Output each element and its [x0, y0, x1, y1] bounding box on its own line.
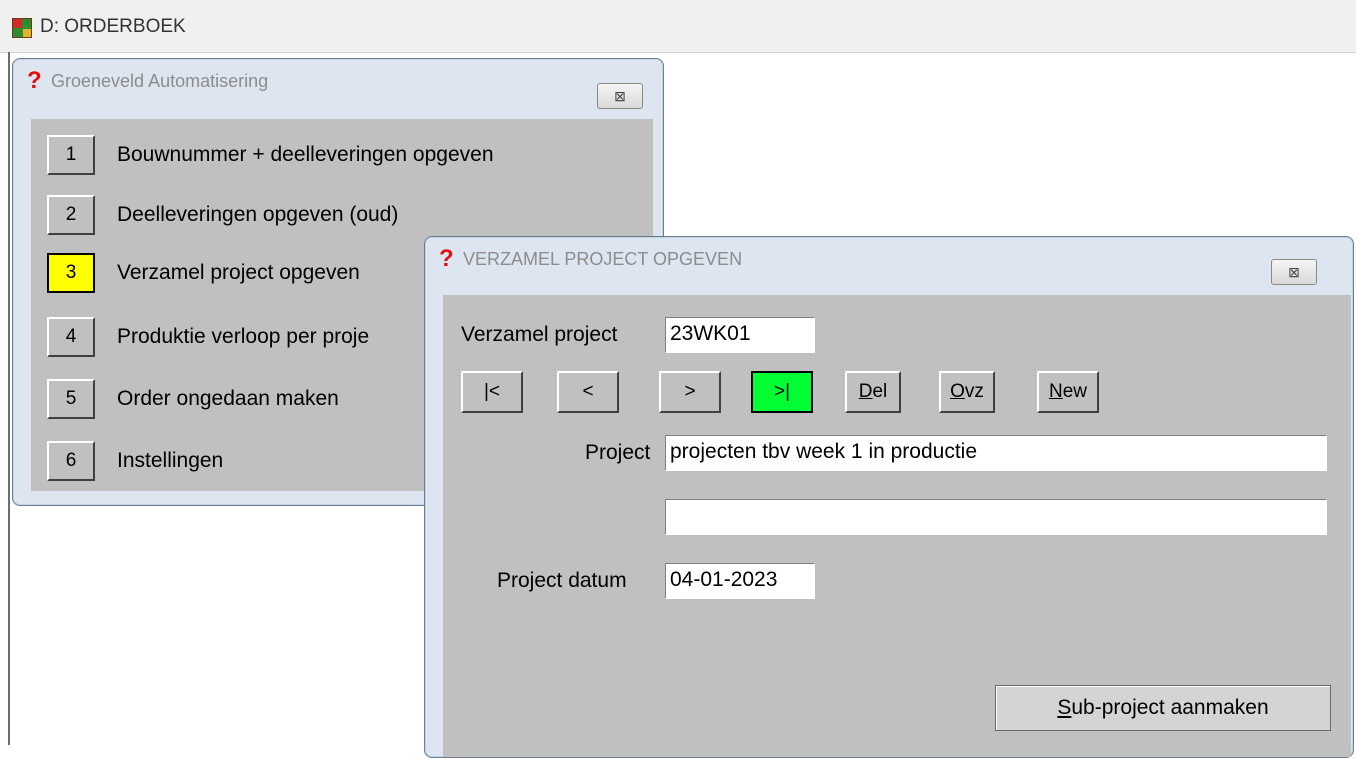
app-frame-border	[8, 52, 10, 745]
app-title: D: ORDERBOEK	[40, 16, 186, 37]
close-icon: ⊠	[1288, 264, 1300, 280]
verzamel-project-label: Verzamel project	[461, 323, 618, 346]
menu-number-button[interactable]: 2	[47, 195, 95, 235]
new-button[interactable]: New	[1037, 371, 1099, 413]
menu-number-button[interactable]: 4	[47, 317, 95, 357]
app-icon	[12, 18, 32, 38]
menu-item-2[interactable]: 2 Deelleveringen opgeven (oud)	[47, 195, 647, 235]
menu-item-label: Order ongedaan maken	[117, 387, 339, 410]
project-label: Project	[585, 441, 651, 464]
project-input[interactable]: projecten tbv week 1 in productie	[665, 435, 1327, 471]
sub-project-create-button[interactable]: Sub-project aanmaken	[995, 685, 1331, 731]
sub-project-access-key: S	[1057, 696, 1072, 719]
question-icon: ?	[27, 67, 42, 94]
delete-button-label: el	[872, 381, 888, 402]
new-button-access-key: N	[1048, 381, 1063, 402]
project-input-2[interactable]	[665, 499, 1327, 535]
menu-item-label: Verzamel project opgeven	[117, 261, 360, 284]
overview-button[interactable]: Ovz	[939, 371, 995, 413]
app-titlebar: D: ORDERBOEK	[0, 0, 1356, 53]
next-record-button[interactable]: >	[659, 371, 721, 413]
question-icon: ?	[439, 245, 454, 272]
menu-item-label: Bouwnummer + deelleveringen opgeven	[117, 143, 494, 166]
menu-item-label: Deelleveringen opgeven (oud)	[117, 203, 399, 226]
menu-number-button-active[interactable]: 3	[47, 253, 95, 293]
menu-number-button[interactable]: 5	[47, 379, 95, 419]
previous-record-button[interactable]: <	[557, 371, 619, 413]
new-button-label: ew	[1062, 381, 1088, 402]
menu-item-label: Produktie verloop per proje	[117, 325, 370, 348]
sub-project-button-label: ub-project aanmaken	[1071, 696, 1269, 719]
menu-number-button[interactable]: 1	[47, 135, 95, 175]
close-button[interactable]: ⊠	[1271, 259, 1317, 285]
delete-button[interactable]: Del	[845, 371, 901, 413]
menu-item-label: Instellingen	[117, 449, 224, 472]
project-datum-label: Project datum	[497, 569, 627, 592]
project-client-area: Verzamel project 23WK01 |< < > >| Del Ov…	[443, 295, 1351, 757]
menu-item-1[interactable]: 1 Bouwnummer + deelleveringen opgeven	[47, 135, 647, 175]
close-icon: ⊠	[614, 88, 626, 104]
navigation-toolbar: |< < > >| Del Ovz New	[461, 371, 1161, 415]
menu-dialog-title: Groeneveld Automatisering	[51, 71, 269, 91]
project-dialog-title: VERZAMEL PROJECT OPGEVEN	[463, 249, 743, 269]
project-dialog: ? VERZAMEL PROJECT OPGEVEN ⊠ Verzamel pr…	[424, 236, 1354, 758]
first-record-button[interactable]: |<	[461, 371, 523, 413]
project-datum-input[interactable]: 04-01-2023	[665, 563, 815, 599]
overview-button-label: vz	[964, 381, 984, 402]
overview-button-access-key: O	[950, 381, 965, 402]
menu-number-button[interactable]: 6	[47, 441, 95, 481]
last-record-button[interactable]: >|	[751, 371, 813, 413]
close-button[interactable]: ⊠	[597, 83, 643, 109]
verzamel-project-input[interactable]: 23WK01	[665, 317, 815, 353]
delete-button-access-key: D	[858, 381, 873, 402]
